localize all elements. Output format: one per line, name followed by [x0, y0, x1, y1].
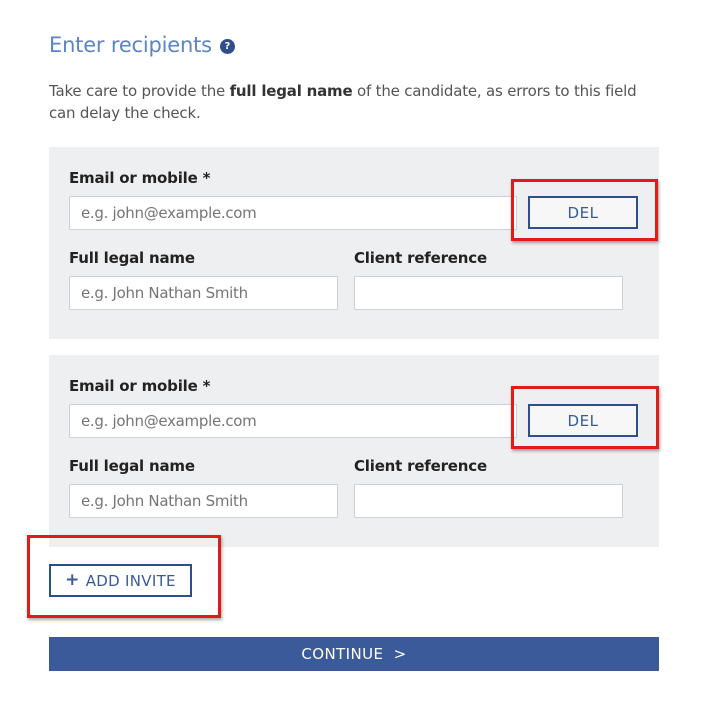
full-name-field[interactable] — [69, 484, 338, 518]
full-name-label: Full legal name — [69, 249, 195, 267]
intro-text: Take care to provide the full legal name… — [49, 80, 664, 124]
delete-recipient-button[interactable]: DEL — [528, 196, 638, 229]
client-reference-field[interactable] — [354, 484, 623, 518]
intro-text-bold: full legal name — [229, 82, 353, 100]
client-reference-label: Client reference — [354, 249, 487, 267]
email-label: Email or mobile * — [69, 169, 211, 187]
page-heading: Enter recipients ? — [49, 33, 235, 57]
client-reference-label: Client reference — [354, 457, 487, 475]
delete-recipient-button[interactable]: DEL — [528, 404, 638, 437]
plus-icon: + — [65, 570, 80, 590]
client-reference-field[interactable] — [354, 276, 623, 310]
intro-text-start: Take care to provide the — [49, 82, 230, 100]
recipient-card: Email or mobile * DEL Full legal name Cl… — [49, 147, 659, 339]
email-field[interactable] — [69, 196, 517, 230]
page-title: Enter recipients — [49, 33, 212, 57]
add-invite-button[interactable]: + ADD INVITE — [49, 564, 192, 597]
email-field[interactable] — [69, 404, 517, 438]
help-icon[interactable]: ? — [219, 38, 235, 54]
full-name-label: Full legal name — [69, 457, 195, 475]
recipient-card: Email or mobile * DEL Full legal name Cl… — [49, 355, 659, 547]
continue-button[interactable]: CONTINUE > — [49, 637, 659, 671]
full-name-field[interactable] — [69, 276, 338, 310]
email-label: Email or mobile * — [69, 377, 211, 395]
add-invite-label: ADD INVITE — [85, 571, 176, 590]
recipients-page: Enter recipients ? Take care to provide … — [0, 0, 711, 714]
